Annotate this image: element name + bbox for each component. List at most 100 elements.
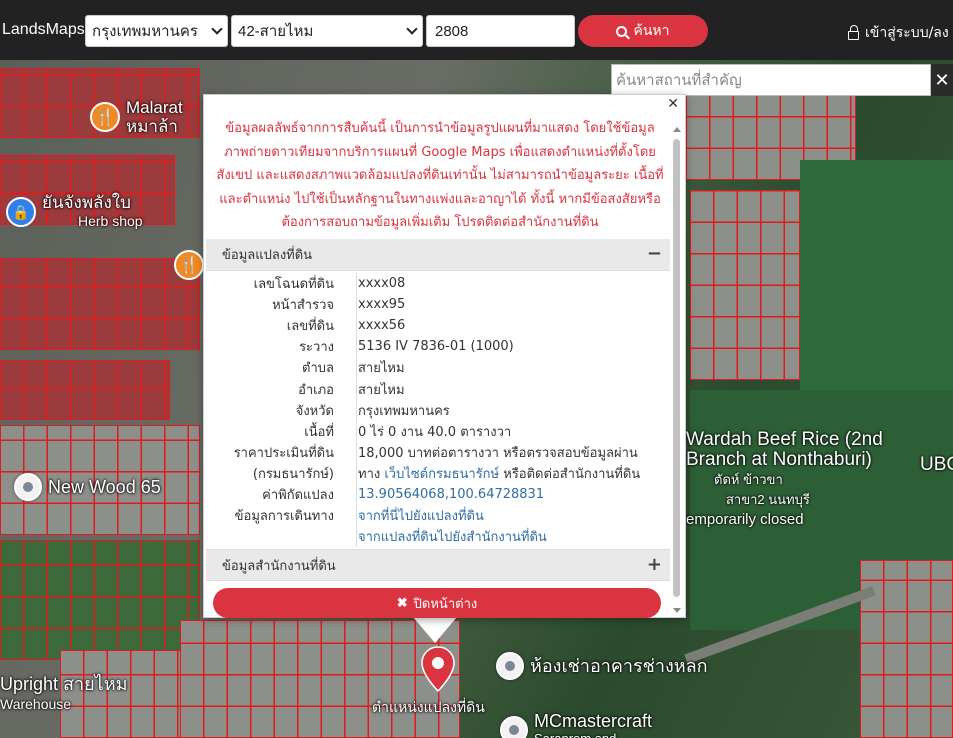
poi-label: ห้องเช่าอาคารช่างหลก: [530, 656, 708, 676]
section-office-header[interactable]: ข้อมูลสำนักงานที่ดิน +: [206, 549, 670, 581]
detail-row: เลขที่ดิน xxxx56: [206, 315, 670, 336]
login-label: เข้าสู่ระบบ/ลง: [865, 25, 949, 41]
directions-to-parcel-link[interactable]: จากที่นี่ไปยังแปลงที่ดิน: [346, 505, 670, 526]
place-icon: [14, 473, 42, 501]
popup-scrollbar[interactable]: [672, 105, 682, 615]
detail-row: ระวาง 5136 IV 7836-01 (1000): [206, 336, 670, 357]
detail-row: อำเภอ สายไหม: [206, 378, 670, 399]
poi-malarat[interactable]: 🍴 Malarat หมาล้า: [90, 98, 183, 136]
detail-value: สายไหม: [358, 361, 405, 377]
detail-text: ทาง: [358, 466, 385, 482]
poi-label: Warehouse: [0, 696, 72, 712]
parcel-details: เลขโฉนดที่ดิน xxxx08 หน้าสำรวจ xxxx95 เลขท…: [206, 273, 670, 547]
poi-label: Malarat: [126, 98, 183, 117]
detail-value: xxxx95: [358, 297, 406, 313]
detail-value: 5136 IV 7836-01 (1000): [358, 339, 514, 355]
detail-key: ราคาประเมินที่ดิน: [233, 445, 334, 461]
detail-key: อำเภอ: [298, 382, 334, 398]
poi-label: ยันจังพลังใบ: [42, 193, 131, 212]
detail-key: จังหวัด: [295, 403, 334, 419]
poi-label: emporarily closed: [686, 511, 804, 528]
poi-mcmastercraft[interactable]: MCmastercraft Saranrom and: [500, 712, 652, 738]
section-title: ข้อมูลแปลงที่ดิน: [222, 248, 313, 263]
brand-logo[interactable]: LandsMaps: [2, 21, 84, 39]
poi-wardah[interactable]: Wardah Beef Rice (2nd Branch at Nonthabu…: [686, 430, 883, 530]
section-parcel-header[interactable]: ข้อมูลแปลงที่ดิน −: [206, 239, 670, 271]
detail-row: เลขโฉนดที่ดิน xxxx08: [206, 273, 670, 294]
detail-value: 18,000 บาทต่อตารางวา หรือตรวจสอบข้อมูลผ่…: [358, 445, 638, 461]
parcel-marker-icon[interactable]: [420, 645, 456, 693]
chevron-down-icon: [211, 23, 223, 35]
parcel-number-value: 2808: [435, 22, 469, 40]
detail-key: ระวาง: [299, 340, 334, 356]
disclaimer-text: ข้อมูลผลลัพธ์จากการสืบค้นนี้ เป็นการนำข้…: [216, 117, 664, 235]
scroll-down-icon[interactable]: [673, 608, 681, 613]
disclaimer-line: ภาพถ่ายดาวเทียมจากบริการแผนที่ Google Ma…: [224, 144, 656, 160]
popup-tail: [413, 617, 457, 643]
detail-value: xxxx56: [358, 318, 406, 334]
district-select[interactable]: 42-สายไหม: [231, 15, 423, 47]
shop-icon: 🔒: [6, 197, 36, 227]
poi-label: UBC: [920, 454, 953, 475]
coordinates-link[interactable]: 13.90564068,100.64728831: [346, 487, 670, 502]
parcel-block[interactable]: [0, 258, 200, 350]
poi-label: Upright สายไหม: [0, 674, 128, 694]
detail-row: (กรมธนารักษ์) ทาง เว็บไซต์กรมธนารักษ์ หร…: [206, 463, 670, 484]
close-window-button[interactable]: ✖ ปิดหน้าต่าง: [213, 588, 661, 618]
poi-label: สาขา2 นนทบุรี: [726, 492, 810, 507]
poi-label: หมาล้า: [126, 117, 178, 136]
marker-label: ตำแหน่งแปลงที่ดิน: [372, 700, 485, 716]
scrollbar-thumb[interactable]: [673, 139, 680, 597]
poi-new-wood[interactable]: New Wood 65: [14, 473, 161, 501]
close-button-label: ปิดหน้าต่าง: [413, 595, 478, 611]
poi-upright[interactable]: Upright สายไหม Warehouse: [0, 674, 127, 714]
detail-key: ค่าพิกัดแปลง: [262, 487, 334, 503]
disclaimer-line: สังเขป และแสดงสภาพแวดล้อมแปลงที่ดินเท่าน…: [216, 168, 664, 183]
poi-ubc[interactable]: UBC: [920, 454, 953, 476]
province-value: กรุงเทพมหานคร: [92, 23, 198, 40]
poi-label: Herb shop: [78, 213, 143, 229]
poi-herb-shop[interactable]: 🔒 ยันจังพลังใบ Herb shop: [6, 194, 143, 230]
lock-icon: [848, 24, 859, 40]
detail-value: xxxx08: [358, 276, 406, 292]
collapse-icon[interactable]: −: [647, 243, 662, 264]
parcel-block[interactable]: [860, 560, 953, 738]
parcel-block[interactable]: [0, 360, 170, 420]
login-link[interactable]: เข้าสู่ระบบ/ลง: [848, 22, 949, 44]
restaurant-icon: 🍴: [90, 102, 120, 132]
detail-row: ราคาประเมินที่ดิน 18,000 บาทต่อตารางวา หร…: [206, 442, 670, 463]
poi-room-rental[interactable]: ห้องเช่าอาคารช่างหลก: [496, 651, 708, 680]
disclaimer-line: ข้อมูลผลลัพธ์จากการสืบค้นนี้ เป็นการนำข้…: [225, 121, 655, 136]
detail-value: สายไหม: [358, 382, 405, 398]
poi-label: ตัดห์ ข้าวขา: [714, 472, 783, 487]
restaurant-icon: 🍴: [174, 250, 204, 280]
expand-icon[interactable]: +: [647, 554, 662, 575]
chevron-down-icon: [406, 23, 418, 35]
treasury-website-link[interactable]: เว็บไซต์กรมธนารักษ์: [384, 467, 499, 482]
poi-label: MCmastercraft: [534, 711, 653, 731]
directions-to-office-link[interactable]: จากแปลงที่ดินไปยังสำนักงานที่ดิน: [346, 526, 670, 547]
parcel-info-popup: ✕ ข้อมูลผลลัพธ์จากการสืบค้นนี้ เป็นการนำ…: [203, 94, 686, 618]
detail-text: หรือติดต่อสำนักงานที่ดิน: [499, 466, 641, 482]
district-value: 42-สายไหม: [238, 23, 314, 40]
search-button-label: ค้นหา: [633, 22, 670, 38]
scroll-up-icon[interactable]: [673, 127, 681, 132]
detail-key: เลขที่ดิน: [286, 319, 334, 335]
parcel-number-input[interactable]: 2808: [426, 15, 575, 47]
section-title: ข้อมูลสำนักงานที่ดิน: [222, 558, 336, 574]
place-search-placeholder: ค้นหาสถานที่สำคัญ: [616, 72, 742, 89]
poi-label: Wardah Beef Rice (2nd: [686, 429, 883, 450]
detail-row: ข้อมูลการเดินทาง จากที่นี่ไปยังแปลงที่ดิ…: [206, 505, 670, 526]
detail-row: หน้าสำรวจ xxxx95: [206, 294, 670, 315]
search-button[interactable]: ค้นหา: [578, 15, 708, 47]
parcel-block[interactable]: [0, 540, 200, 660]
detail-value: กรุงเทพมหานคร: [358, 403, 450, 419]
detail-key: เลขโฉนดที่ดิน: [253, 277, 334, 293]
province-select[interactable]: กรุงเทพมหานคร: [85, 15, 228, 47]
detail-value: ทาง เว็บไซต์กรมธนารักษ์ หรือติดต่อสำนักง…: [346, 463, 670, 484]
parcel-block[interactable]: [690, 190, 800, 380]
place-search-input[interactable]: ค้นหาสถานที่สำคัญ: [611, 64, 931, 96]
place-search-close-button[interactable]: ✕: [931, 64, 953, 96]
detail-value: 0 ไร่ 0 งาน 40.0 ตารางวา: [358, 424, 512, 440]
poi-restaurant[interactable]: 🍴: [174, 250, 204, 280]
